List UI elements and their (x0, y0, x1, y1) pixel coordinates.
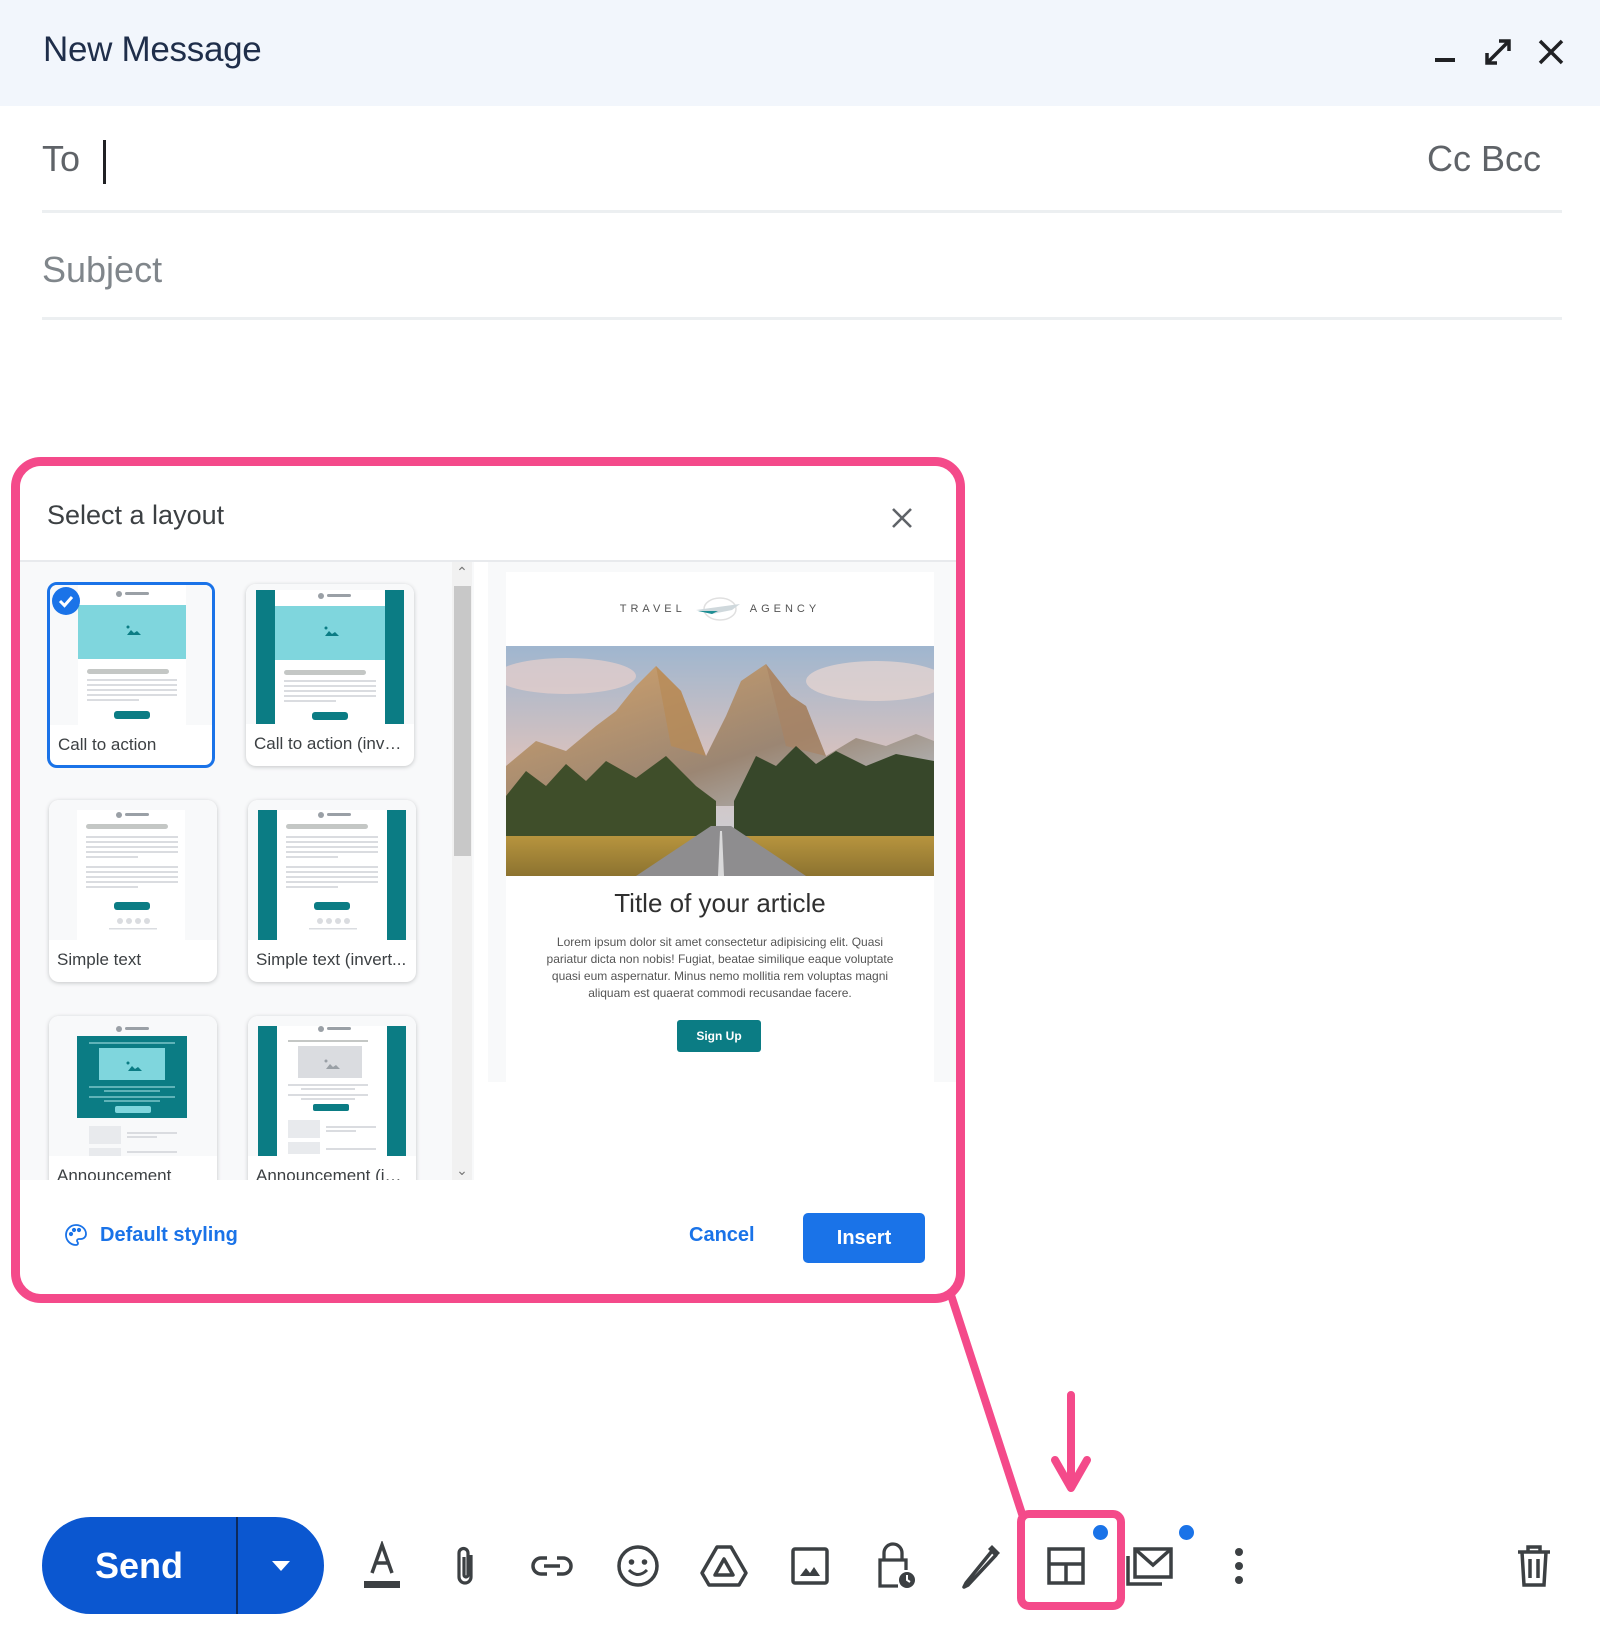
insert-emoji-button[interactable] (608, 1535, 668, 1597)
default-styling-label: Default styling (100, 1223, 238, 1246)
layout-scrollbar-thumb[interactable] (454, 586, 471, 856)
cc-bcc-links: Cc Bcc (1427, 138, 1541, 180)
photo-icon (791, 1547, 829, 1585)
layouts-button[interactable] (1036, 1535, 1096, 1597)
text-format-icon (364, 1541, 400, 1588)
formatting-options-button[interactable] (352, 1535, 412, 1597)
more-options-button[interactable] (1208, 1535, 1270, 1597)
send-button[interactable]: Send (42, 1517, 236, 1614)
schedule-send-dropdown[interactable] (238, 1517, 324, 1614)
dialog-title: Select a layout (47, 500, 225, 530)
article-body: Lorem ipsum dolor sit amet consectetur a… (546, 935, 894, 1000)
dialog-close-button[interactable] (882, 498, 922, 538)
to-divider (42, 210, 1562, 213)
insert-signature-button[interactable] (950, 1535, 1010, 1597)
layout-card-label: Announcement (57, 1166, 172, 1180)
discard-draft-button[interactable] (1504, 1535, 1564, 1597)
layout-card-announcement[interactable]: Announcement (49, 1016, 217, 1180)
layout-thumbnail (246, 584, 414, 724)
to-label: To (42, 138, 81, 179)
fullscreen-button[interactable] (1477, 30, 1519, 74)
window-title: New Message (43, 30, 262, 69)
minimize-button[interactable] (1424, 30, 1466, 74)
annotation-arrow (1051, 1391, 1091, 1492)
close-icon (1538, 39, 1564, 65)
mountain-road-photo (506, 646, 934, 876)
paperclip-icon (457, 1546, 473, 1585)
layout-icon (1047, 1547, 1085, 1585)
article-title: Title of your article (614, 888, 826, 918)
travel-agency-logo: TRAVEL AGENCY (506, 596, 934, 622)
selected-check-icon (52, 587, 80, 615)
layout-card-label: Call to action (58, 735, 157, 754)
layout-card-call-to-action-inverted[interactable]: Call to action (inve... (246, 584, 414, 766)
more-vert-icon (1235, 1548, 1243, 1584)
trash-icon (1518, 1545, 1550, 1587)
template-new-badge (1179, 1525, 1194, 1540)
layout-thumbnail (248, 1016, 416, 1156)
select-layout-dialog: Select a layout Call to action Call to a… (20, 466, 956, 1294)
subject-input[interactable] (42, 240, 1542, 300)
logo-text-right: AGENCY (749, 603, 821, 615)
layout-card-label: Simple text (invert... (256, 950, 407, 969)
caret-down-icon (272, 1560, 290, 1571)
default-styling-button[interactable]: Default styling (64, 1223, 238, 1247)
insert-drive-button[interactable] (694, 1535, 754, 1597)
annotation-connector-line (946, 1290, 1027, 1519)
bcc-link[interactable]: Bcc (1481, 138, 1541, 179)
insert-button[interactable]: Insert (803, 1213, 925, 1263)
layouts-new-badge (1093, 1525, 1108, 1540)
layout-card-label: Call to action (inve... (254, 734, 409, 753)
layout-grid: Call to action Call to action (inve... S… (20, 562, 474, 1180)
email-template-button[interactable] (1120, 1535, 1180, 1597)
layout-card-simple-text[interactable]: Simple text (49, 800, 217, 982)
link-icon (531, 1556, 573, 1576)
text-cursor (103, 140, 106, 184)
close-button[interactable] (1530, 30, 1572, 74)
lock-clock-icon (878, 1542, 915, 1588)
minimize-icon (1435, 58, 1455, 62)
insert-photo-button[interactable] (780, 1535, 840, 1597)
pen-icon (962, 1545, 1000, 1589)
cc-link[interactable]: Cc (1427, 138, 1471, 179)
mail-template-icon (1126, 1547, 1173, 1586)
fullscreen-icon (1485, 39, 1511, 65)
scroll-down-icon[interactable]: ⌄ (452, 1160, 472, 1180)
airplane-icon (695, 597, 740, 621)
layout-preview: TRAVEL AGENCY Title of your article Lore… (488, 562, 956, 1082)
scroll-up-icon[interactable]: ⌃ (452, 562, 472, 582)
emoji-icon (617, 1545, 659, 1587)
send-button-group: Send (42, 1517, 324, 1614)
drive-icon (700, 1545, 748, 1587)
preview-email: TRAVEL AGENCY Title of your article Lore… (506, 572, 934, 1082)
confidential-mode-button[interactable] (866, 1535, 926, 1597)
layout-card-label: Announcement (in... (256, 1166, 409, 1180)
layout-card-announcement-inverted[interactable]: Announcement (in... (248, 1016, 416, 1180)
sign-up-button[interactable]: Sign Up (677, 1020, 761, 1052)
attach-files-button[interactable] (436, 1535, 496, 1597)
close-icon (892, 508, 912, 528)
insert-link-button[interactable] (522, 1535, 582, 1597)
layout-thumbnail (49, 800, 217, 940)
layout-card-call-to-action[interactable]: Call to action (47, 582, 215, 768)
layout-card-simple-text-inverted[interactable]: Simple text (invert... (248, 800, 416, 982)
subject-divider (42, 317, 1562, 320)
to-input[interactable] (115, 130, 1385, 190)
logo-text-left: TRAVEL (619, 603, 686, 615)
palette-icon (65, 1224, 87, 1246)
layout-thumbnail (248, 800, 416, 940)
cancel-button[interactable]: Cancel (685, 1218, 759, 1253)
layout-card-label: Simple text (57, 950, 142, 969)
layout-thumbnail (49, 1016, 217, 1156)
